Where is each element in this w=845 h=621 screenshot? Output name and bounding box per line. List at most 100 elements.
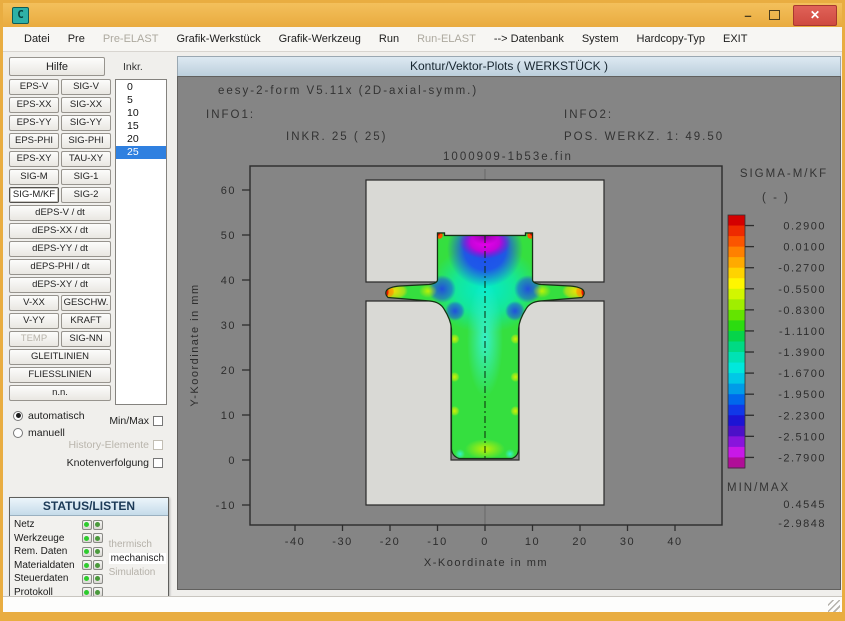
menu-run[interactable]: Run	[370, 33, 408, 45]
plot-btn-sig-nn[interactable]: SIG-NN	[61, 331, 111, 347]
legend-minmax-title: MIN/MAX	[727, 482, 790, 494]
help-button[interactable]: Hilfe	[9, 57, 105, 76]
svg-text:40: 40	[667, 536, 682, 548]
plot-btn-tau-xy[interactable]: TAU-XY	[61, 151, 111, 167]
plot-btn-geschw[interactable]: GESCHW.	[61, 295, 111, 311]
status-led-steuerdaten-1[interactable]	[82, 574, 92, 584]
menu-datenbank[interactable]: --> Datenbank	[485, 33, 573, 45]
svg-text:-1.3900: -1.3900	[778, 347, 826, 359]
svg-text:-1.1100: -1.1100	[779, 326, 826, 338]
menu-pre-elast[interactable]: Pre-ELAST	[94, 33, 168, 45]
check-min-max-box[interactable]	[153, 416, 163, 426]
check-history-elemente-label: History-Elemente	[68, 439, 149, 451]
plot-canvas: eesy-2-form V5.11x (2D-axial-symm.) INFO…	[177, 76, 841, 590]
status-row-netz: Netz	[14, 518, 103, 532]
plot-type-buttons: EPS-VSIG-VEPS-XXSIG-XXEPS-YYSIG-YYEPS-PH…	[9, 79, 111, 405]
status-row-materialdaten: Materialdaten	[14, 559, 103, 573]
close-button[interactable]: ✕	[793, 5, 837, 26]
plot-btn-sig-m[interactable]: SIG-M	[9, 169, 59, 185]
plot-info1-label: INFO1:	[206, 109, 255, 121]
check-min-max-label: Min/Max	[109, 415, 149, 427]
plot-btn-gleitlinien[interactable]: GLEITLINIEN	[9, 349, 111, 365]
status-row-werkzeuge: Werkzeuge	[14, 532, 103, 546]
status-led-netz-1[interactable]	[82, 520, 92, 530]
svg-text:60: 60	[221, 185, 236, 197]
svg-text:-40: -40	[285, 536, 305, 548]
status-led-rem-daten-2[interactable]	[93, 547, 103, 557]
svg-text:-20: -20	[380, 536, 400, 548]
radio-manuell[interactable]: manuell	[13, 426, 169, 439]
status-label-netz: Netz	[14, 519, 81, 530]
status-label-werkzeuge: Werkzeuge	[14, 533, 81, 544]
inkr-option-20[interactable]: 20	[116, 133, 166, 146]
plot-btn-kraft[interactable]: KRAFT	[61, 313, 111, 329]
plot-btn-temp[interactable]: TEMP	[9, 331, 59, 347]
plot-btn-sig-yy[interactable]: SIG-YY	[61, 115, 111, 131]
plot-btn-eps-v[interactable]: EPS-V	[9, 79, 59, 95]
plot-version-text: eesy-2-form V5.11x (2D-axial-symm.)	[218, 85, 478, 97]
plot-btn-eps-xx[interactable]: EPS-XX	[9, 97, 59, 113]
status-led-rem-daten-1[interactable]	[82, 547, 92, 557]
plot-btn-n-n[interactable]: n.n.	[9, 385, 111, 401]
inkr-option-5[interactable]: 5	[116, 94, 166, 107]
minimize-button[interactable]: –	[735, 8, 761, 23]
svg-text:-30: -30	[332, 536, 352, 548]
check-history-elemente[interactable]: History-Elemente	[68, 439, 163, 451]
inkr-option-25[interactable]: 25	[116, 146, 166, 159]
plot-btn-deps-xy-dt[interactable]: dEPS-XY / dt	[9, 277, 111, 293]
check-min-max[interactable]: Min/Max	[109, 415, 163, 427]
plot-btn-eps-phi[interactable]: EPS-PHI	[9, 133, 59, 149]
plot-btn-sig-phi[interactable]: SIG-PHI	[61, 133, 111, 149]
resize-grip[interactable]	[828, 600, 840, 612]
plot-btn-deps-yy-dt[interactable]: dEPS-YY / dt	[9, 241, 111, 257]
menu-run-elast[interactable]: Run-ELAST	[408, 33, 485, 45]
inkr-option-10[interactable]: 10	[116, 107, 166, 120]
inkr-option-15[interactable]: 15	[116, 120, 166, 133]
increment-label: Inkr.	[123, 61, 143, 73]
status-led-netz-2[interactable]	[93, 520, 103, 530]
check-knotenverfolgung-box[interactable]	[153, 458, 163, 468]
menu-system[interactable]: System	[573, 33, 628, 45]
menu-exit[interactable]: EXIT	[714, 33, 756, 45]
plot-btn-sig-2[interactable]: SIG-2	[61, 187, 111, 203]
title-bar: C – ✕	[3, 3, 842, 27]
status-led-steuerdaten-2[interactable]	[93, 574, 103, 584]
plot-btn-deps-phi-dt[interactable]: dEPS-PHI / dt	[9, 259, 111, 275]
status-led-werkzeuge-2[interactable]	[93, 533, 103, 543]
plot-panel: Kontur/Vektor-Plots ( WERKSTÜCK ) e	[177, 56, 841, 596]
plot-btn-sig-1[interactable]: SIG-1	[61, 169, 111, 185]
plot-btn-sig-v[interactable]: SIG-V	[61, 79, 111, 95]
check-knotenverfolgung[interactable]: Knotenverfolgung	[67, 457, 163, 469]
status-row-steuerdaten: Steuerdaten	[14, 572, 103, 586]
status-label-materialdaten: Materialdaten	[14, 560, 81, 571]
plot-btn-deps-v-dt[interactable]: dEPS-V / dt	[9, 205, 111, 221]
check-history-elemente-box[interactable]	[153, 440, 163, 450]
status-led-materialdaten-2[interactable]	[93, 560, 103, 570]
plot-btn-fliesslinien[interactable]: FLIESSLINIEN	[9, 367, 111, 383]
plot-btn-deps-xx-dt[interactable]: dEPS-XX / dt	[9, 223, 111, 239]
svg-text:-2.7900: -2.7900	[778, 452, 826, 464]
svg-text:-10: -10	[427, 536, 447, 548]
menu-pre[interactable]: Pre	[59, 33, 94, 45]
color-legend: 0.29000.0100-0.2700-0.5500-0.8300-1.1100…	[728, 215, 826, 469]
legend-max-value: 0.4545	[783, 499, 826, 511]
svg-text:-1.9500: -1.9500	[778, 389, 826, 401]
inkr-option-0[interactable]: 0	[116, 81, 166, 94]
menu-grafik-werkst-ck[interactable]: Grafik-Werkstück	[167, 33, 269, 45]
plot-btn-eps-xy[interactable]: EPS-XY	[9, 151, 59, 167]
plot-btn-eps-yy[interactable]: EPS-YY	[9, 115, 59, 131]
menu-grafik-werkzeug[interactable]: Grafik-Werkzeug	[270, 33, 370, 45]
legend-title: SIGMA-M/KF	[740, 168, 828, 180]
menu-hardcopy-typ[interactable]: Hardcopy-Typ	[628, 33, 714, 45]
maximize-button[interactable]	[761, 10, 787, 20]
status-led-werkzeuge-1[interactable]	[82, 533, 92, 543]
y-axis-title: Y-Koordinate in mm	[189, 283, 201, 406]
plot-btn-v-xx[interactable]: V-XX	[9, 295, 59, 311]
menu-datei[interactable]: Datei	[15, 33, 59, 45]
plot-btn-v-yy[interactable]: V-YY	[9, 313, 59, 329]
status-bar	[3, 596, 842, 614]
check-knotenverfolgung-label: Knotenverfolgung	[67, 457, 149, 469]
plot-btn-sig-xx[interactable]: SIG-XX	[61, 97, 111, 113]
status-led-materialdaten-1[interactable]	[82, 560, 92, 570]
plot-btn-sig-m-kf[interactable]: SIG-M/KF	[9, 187, 59, 203]
